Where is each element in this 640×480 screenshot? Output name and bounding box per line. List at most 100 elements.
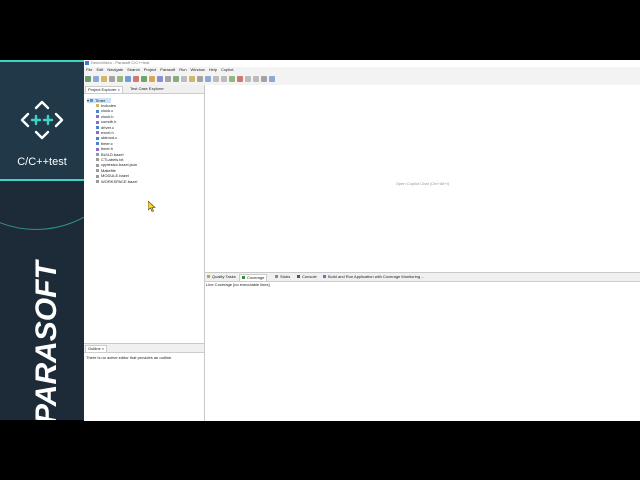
coverage-text: Line Coverage [no executable lines]: [206, 282, 270, 287]
tree-item[interactable]: CTLabels.txt: [96, 157, 123, 162]
menu-bar: File Edit Navigate Search Project Parasoft Run…: [84, 67, 640, 74]
menu-help[interactable]: Help: [209, 67, 217, 72]
file-icon: [96, 120, 99, 124]
toolbar-button-icon[interactable]: [157, 76, 163, 82]
file-icon: [96, 180, 99, 184]
tree-item-label: clock.c: [101, 108, 114, 114]
toolbar-button-icon[interactable]: [117, 76, 123, 82]
tree-item[interactable]: WORKSPACE.bazel: [96, 179, 137, 184]
window-title-text: DemoVideo - Parasoft C/C++test: [91, 60, 150, 65]
toolbar-button-icon[interactable]: [253, 76, 259, 82]
menu-copilot[interactable]: Copilot: [221, 67, 233, 72]
tree-item[interactable]: timer.h: [96, 146, 113, 151]
toolbar-button-icon[interactable]: [261, 76, 267, 82]
app-icon: [85, 61, 89, 65]
tree-item[interactable]: driver.c: [96, 125, 114, 130]
toolbar-button-icon[interactable]: [133, 76, 139, 82]
tree-item-label: stdmod.c: [101, 135, 118, 141]
project-tree: ▾ Timer Includes clock.c clock.h comdb.h dri…: [84, 94, 204, 214]
tree-item-label: Includes: [101, 103, 116, 108]
file-icon: [96, 147, 99, 151]
tab-project-explorer[interactable]: Project Explorer ×: [85, 86, 123, 93]
toolbar-button-icon[interactable]: [245, 76, 251, 82]
menu-navigate[interactable]: Navigate: [107, 67, 123, 72]
tree-item[interactable]: Includes: [96, 103, 116, 108]
tree-item-label: cpptestcc.bazel.json: [101, 162, 138, 168]
toolbar-button-icon[interactable]: [141, 76, 147, 82]
tab-icon: [242, 276, 245, 280]
toolbar-button-icon[interactable]: [205, 76, 211, 82]
toolbar-button-icon[interactable]: [93, 76, 99, 82]
menu-project[interactable]: Project: [144, 67, 156, 72]
tree-item[interactable]: Makefile: [96, 168, 116, 173]
company-name: PARASOFT: [30, 259, 63, 420]
file-icon: [96, 109, 99, 113]
tree-item-label: excel.h: [101, 130, 114, 135]
expand-icon[interactable]: ▾: [87, 98, 89, 103]
file-icon: [96, 136, 99, 140]
toolbar-button-icon[interactable]: [181, 76, 187, 82]
menu-search[interactable]: Search: [127, 67, 140, 72]
tree-item-label: driver.c: [101, 124, 114, 130]
menu-window[interactable]: Window: [191, 67, 205, 72]
toolbar-button-icon[interactable]: [221, 76, 227, 82]
toolbar-button-icon[interactable]: [197, 76, 203, 82]
toolbar-button-icon[interactable]: [229, 76, 235, 82]
tab-stubs[interactable]: Stubs: [275, 274, 290, 280]
left-tab-bar: Project Explorer × Test Case Explorer: [84, 85, 204, 94]
folder-icon: [96, 104, 99, 108]
file-icon: [96, 153, 99, 157]
tab-coverage[interactable]: Coverage: [239, 274, 268, 281]
file-icon: [96, 131, 99, 135]
menu-file[interactable]: File: [86, 67, 92, 72]
menu-run[interactable]: Run: [179, 67, 186, 72]
tree-item[interactable]: cpptestcc.bazel.json: [96, 162, 137, 167]
toolbar-button-icon[interactable]: [269, 76, 275, 82]
tree-item-label: Makefile: [101, 167, 116, 173]
ide-window: DemoVideo - Parasoft C/C++test File Edit N…: [84, 60, 640, 421]
tree-item[interactable]: stdmod.c: [96, 135, 117, 140]
tree-item[interactable]: timer.c: [96, 141, 113, 146]
tab-test-case-explorer[interactable]: Test Case Explorer: [130, 86, 164, 92]
tree-item-label: timer.h: [101, 146, 114, 152]
file-icon: [96, 142, 99, 146]
toolbar-button-icon[interactable]: [237, 76, 243, 82]
toolbar-button-icon[interactable]: [149, 76, 155, 82]
project-explorer-panel: Project Explorer × Test Case Explorer ▾ …: [84, 85, 205, 343]
tab-outline[interactable]: Outline ×: [85, 345, 108, 352]
menu-parasoft[interactable]: Parasoft: [160, 67, 175, 72]
toolbar-button-icon[interactable]: [101, 76, 107, 82]
copilot-hint: Open Copilot Chat (Ctrl+Alt+I): [395, 181, 450, 186]
toolbar-button-icon[interactable]: [85, 76, 91, 82]
tree-item[interactable]: MODULE.bazel: [96, 173, 129, 178]
toolbar-button-icon[interactable]: [165, 76, 171, 82]
tab-quality-tasks[interactable]: Quality Tasks: [207, 274, 236, 280]
toolbar-button-icon[interactable]: [189, 76, 195, 82]
tree-item[interactable]: clock.h: [96, 114, 113, 119]
tree-item[interactable]: comdb.h: [96, 119, 116, 124]
editor-area[interactable]: Open Copilot Chat (Ctrl+Alt+I): [205, 85, 640, 272]
file-icon: [96, 126, 99, 130]
file-icon: [96, 174, 99, 178]
tree-item-label: BUILD.bazel: [101, 151, 124, 157]
tree-item-label: comdb.h: [101, 119, 117, 125]
file-icon: [96, 158, 99, 162]
bottom-tab-bar: Quality Tasks Coverage Stubs Console Build a…: [205, 273, 640, 282]
tree-item[interactable]: BUILD.bazel: [96, 152, 123, 157]
tree-item[interactable]: clock.c: [96, 108, 113, 113]
tab-console[interactable]: Console: [297, 274, 317, 280]
file-icon: [96, 163, 99, 167]
toolbar-button-icon[interactable]: [125, 76, 131, 82]
tree-item-label: clock.h: [101, 113, 114, 119]
tree-item[interactable]: excel.h: [96, 130, 114, 135]
menu-edit[interactable]: Edit: [96, 67, 103, 72]
toolbar-button-icon[interactable]: [109, 76, 115, 82]
tab-build-and-run-application-with-coverage-monitoring[interactable]: Build and Run Application with Coverage …: [323, 274, 425, 280]
toolbar-button-icon[interactable]: [173, 76, 179, 82]
toolbar-button-icon[interactable]: [213, 76, 219, 82]
tree-item-label: timer.c: [101, 140, 113, 146]
decorative-ring: [0, 60, 84, 230]
tab-icon: [207, 275, 210, 279]
brand-sidebar: C/C++test PARASOFT: [0, 60, 84, 420]
tree-item-label: CTLabels.txt: [101, 157, 124, 162]
